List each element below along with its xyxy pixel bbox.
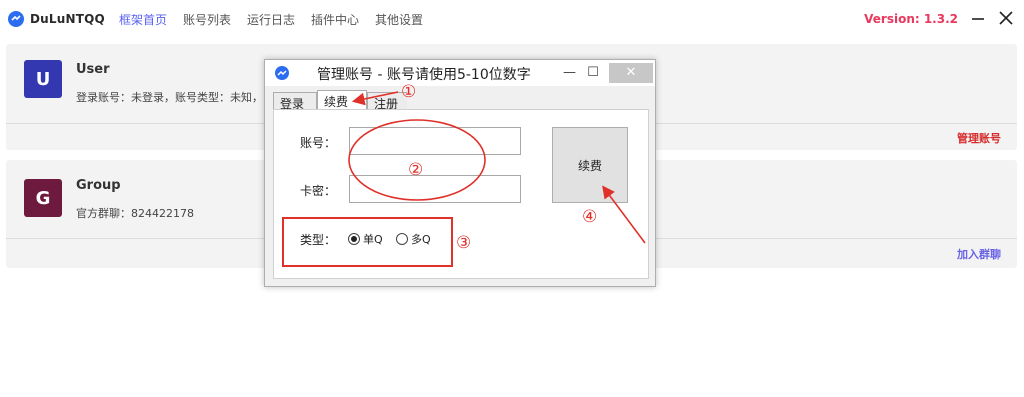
minimize-icon: [972, 18, 984, 20]
nav-item-plugins[interactable]: 插件中心: [311, 11, 359, 28]
dialog-app-icon: [275, 66, 289, 80]
tab-login[interactable]: 登录: [273, 92, 317, 111]
group-avatar: G: [24, 179, 62, 217]
tab-renew[interactable]: 续费: [317, 90, 367, 110]
account-input[interactable]: [349, 127, 521, 155]
dialog-titlebar: 管理账号 - 账号请使用5-10位数字 — ☐ ✕: [265, 60, 655, 86]
radio-multi-q[interactable]: 多Q: [396, 231, 431, 247]
nav-item-accounts[interactable]: 账号列表: [183, 11, 231, 28]
dialog-title: 管理账号 - 账号请使用5-10位数字: [317, 67, 531, 83]
manage-account-link[interactable]: 管理账号: [957, 130, 1001, 146]
user-avatar: U: [24, 60, 62, 98]
join-group-link[interactable]: 加入群聊: [957, 246, 1001, 262]
marker-4: ④: [582, 207, 598, 227]
main-nav: 框架首页 账号列表 运行日志 插件中心 其他设置: [119, 11, 439, 28]
app-logo: DuLuNTQQ: [8, 11, 105, 27]
dialog-close-button[interactable]: ✕: [609, 63, 653, 83]
dialog-minimize-button[interactable]: —: [563, 63, 576, 83]
account-label: 账号：: [300, 136, 337, 150]
top-bar: DuLuNTQQ 框架首页 账号列表 运行日志 插件中心 其他设置 Versio…: [0, 0, 1024, 38]
radio-single-q-label: 单Q: [363, 233, 383, 246]
group-card-title: Group: [76, 178, 121, 193]
logo-icon: [8, 11, 24, 27]
type-label: 类型：: [300, 233, 337, 247]
user-card-title: User: [76, 62, 110, 77]
card-key-input[interactable]: [349, 175, 521, 203]
renew-tab-panel: 账号： 卡密： 续费 类型： 单Q 多Q: [273, 109, 649, 279]
nav-item-logs[interactable]: 运行日志: [247, 11, 295, 28]
radio-multi-q-label: 多Q: [411, 233, 431, 246]
window-minimize-button[interactable]: [968, 8, 988, 28]
app-window: DuLuNTQQ 框架首页 账号列表 运行日志 插件中心 其他设置 Versio…: [0, 0, 1024, 397]
user-card-subtitle: 登录账号：未登录，账号类型：未知，: [76, 91, 263, 104]
nav-item-settings[interactable]: 其他设置: [375, 11, 423, 28]
marker-2: ②: [408, 160, 424, 180]
nav-item-home[interactable]: 框架首页: [119, 11, 167, 28]
radio-unchecked-icon: [396, 233, 408, 245]
group-card-subtitle: 官方群聊：824422178: [76, 207, 194, 220]
renew-button[interactable]: 续费: [552, 127, 628, 203]
close-icon: [999, 11, 1013, 25]
radio-single-q[interactable]: 单Q: [348, 231, 383, 247]
radio-checked-icon: [348, 233, 360, 245]
app-name: DuLuNTQQ: [30, 12, 105, 26]
dialog-maximize-button[interactable]: ☐: [585, 63, 601, 83]
marker-3: ③: [456, 233, 472, 253]
window-close-button[interactable]: [996, 8, 1016, 28]
version-label: Version: 1.3.2: [864, 12, 958, 26]
marker-1: ①: [401, 82, 417, 102]
card-key-label: 卡密：: [300, 184, 337, 198]
